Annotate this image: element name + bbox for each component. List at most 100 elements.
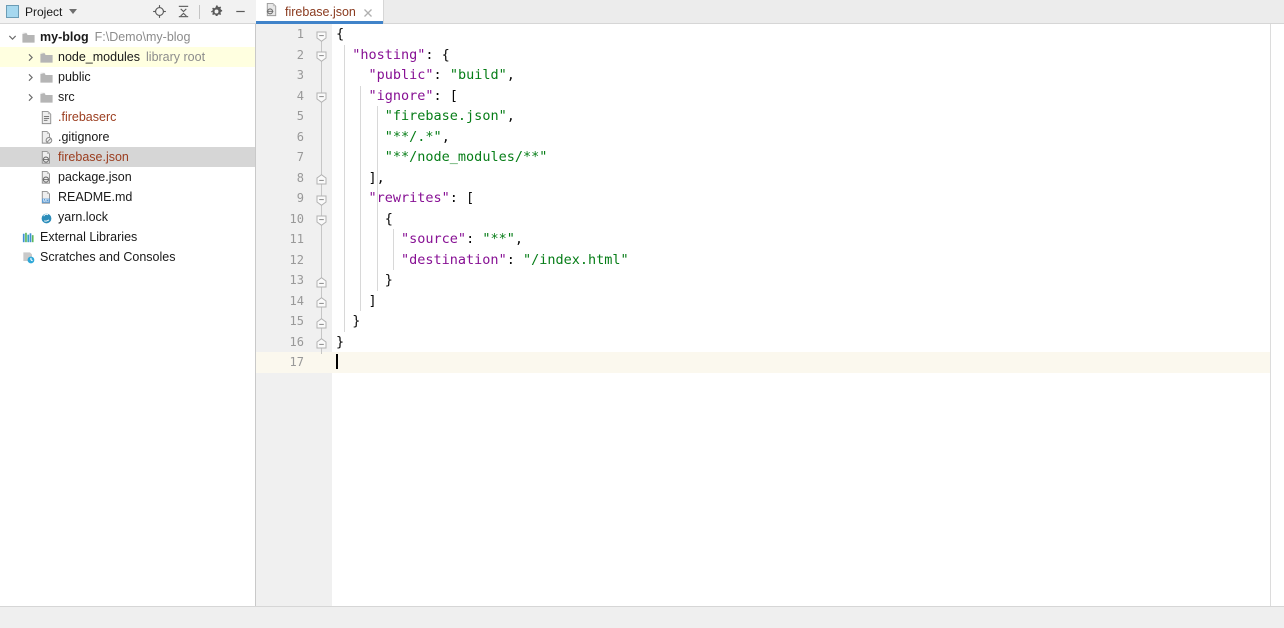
fold-toggle-icon[interactable] xyxy=(316,316,327,327)
json-punctuation: : xyxy=(466,231,482,247)
line-number: 12 xyxy=(290,250,304,271)
code-line[interactable]: { xyxy=(332,24,1284,45)
json-punctuation: } xyxy=(385,272,393,288)
code-folding-gutter[interactable] xyxy=(312,24,332,606)
line-number: 3 xyxy=(297,65,304,86)
json-punctuation: { xyxy=(385,211,393,227)
json-string: "firebase.json" xyxy=(385,108,507,124)
chevron-down-icon[interactable] xyxy=(69,9,77,14)
code-line[interactable]: "rewrites": [ xyxy=(332,188,1284,209)
fold-toggle-icon[interactable] xyxy=(316,295,327,306)
fold-toggle-icon[interactable] xyxy=(316,90,327,101)
json-punctuation: : xyxy=(507,252,523,268)
code-line[interactable]: "hosting": { xyxy=(332,45,1284,66)
json-punctuation: ] xyxy=(369,293,377,309)
code-line[interactable]: "destination": "/index.html" xyxy=(332,250,1284,271)
ide-window: Project xyxy=(0,0,1284,628)
json-punctuation: , xyxy=(507,67,515,83)
main-body: my-blogF:\Demo\my-blog node_modules librar… xyxy=(0,24,1284,606)
fold-row xyxy=(312,127,332,148)
collapse-all-icon[interactable] xyxy=(172,2,194,22)
line-number-row: 1 xyxy=(256,24,312,45)
locate-icon[interactable] xyxy=(148,2,170,22)
status-bar xyxy=(0,606,1284,628)
project-tree[interactable]: my-blogF:\Demo\my-blog node_modules librar… xyxy=(0,24,256,606)
code-line[interactable]: "**/.*", xyxy=(332,127,1284,148)
fold-toggle-icon[interactable] xyxy=(316,172,327,183)
tree-node-yarn-lock[interactable]: yarn.lock xyxy=(0,207,255,227)
tree-node-label: External Libraries xyxy=(40,230,137,244)
code-editor[interactable]: 1234567891011121314151617 { "hosting": {… xyxy=(256,24,1284,606)
fold-toggle-icon[interactable] xyxy=(316,213,327,224)
tree-node-label: node_modules xyxy=(58,50,140,64)
fold-toggle-icon[interactable] xyxy=(316,275,327,286)
tool-window-buttons xyxy=(148,2,256,22)
minimize-icon[interactable] xyxy=(229,2,251,22)
tree-node-node-modules[interactable]: node_modules library root xyxy=(0,47,255,67)
chevron-right-icon[interactable] xyxy=(22,93,38,102)
chevron-down-icon[interactable] xyxy=(4,33,20,42)
tree-node-external-libraries[interactable]: External Libraries xyxy=(0,227,255,247)
gitignore-file-icon xyxy=(38,130,54,145)
json-key: "ignore" xyxy=(369,88,434,104)
line-number: 15 xyxy=(290,311,304,332)
tree-node--firebaserc[interactable]: .firebaserc xyxy=(0,107,255,127)
code-line[interactable]: "public": "build", xyxy=(332,65,1284,86)
line-number: 1 xyxy=(297,24,304,45)
fold-toggle-icon[interactable] xyxy=(316,193,327,204)
tree-node-readme-md[interactable]: MDREADME.md xyxy=(0,187,255,207)
fold-toggle-icon[interactable] xyxy=(316,336,327,347)
indent-guide xyxy=(344,45,345,332)
code-line[interactable]: "source": "**", xyxy=(332,229,1284,250)
fold-row xyxy=(312,65,332,86)
close-icon[interactable] xyxy=(362,6,374,18)
json-punctuation: : xyxy=(434,67,450,83)
tree-node-sublabel: library root xyxy=(146,50,205,64)
fold-toggle-icon[interactable] xyxy=(316,49,327,60)
tree-node-my-blog[interactable]: my-blogF:\Demo\my-blog xyxy=(0,27,255,47)
code-line[interactable]: { xyxy=(332,209,1284,230)
code-line[interactable] xyxy=(332,352,1284,373)
fold-toggle-icon[interactable] xyxy=(316,29,327,40)
editor-tab-strip: firebase.json xyxy=(256,0,1284,24)
code-line[interactable]: } xyxy=(332,311,1284,332)
json-string: "**/node_modules/**" xyxy=(385,149,548,165)
line-number: 7 xyxy=(297,147,304,168)
code-line[interactable]: } xyxy=(332,332,1284,353)
code-line[interactable]: ], xyxy=(332,168,1284,189)
line-number-row: 12 xyxy=(256,250,312,271)
indent-guide xyxy=(393,229,394,270)
line-number: 13 xyxy=(290,270,304,291)
json-file-icon xyxy=(38,150,54,165)
tree-node--gitignore[interactable]: .gitignore xyxy=(0,127,255,147)
code-line[interactable]: ] xyxy=(332,291,1284,312)
line-number: 16 xyxy=(290,332,304,353)
chevron-right-icon[interactable] xyxy=(22,73,38,82)
code-line[interactable]: "firebase.json", xyxy=(332,106,1284,127)
scratches-icon xyxy=(20,250,36,265)
code-line[interactable]: "**/node_modules/**" xyxy=(332,147,1284,168)
indent-guide xyxy=(377,106,378,291)
line-number-row: 16 xyxy=(256,332,312,353)
line-number-row: 6 xyxy=(256,127,312,148)
editor-tab-firebase-json[interactable]: firebase.json xyxy=(256,0,384,23)
gear-icon[interactable] xyxy=(205,2,227,22)
vertical-scrollbar[interactable] xyxy=(1270,24,1284,606)
line-number-row: 5 xyxy=(256,106,312,127)
tree-node-public[interactable]: public xyxy=(0,67,255,87)
chevron-right-icon[interactable] xyxy=(22,53,38,62)
line-number-row: 8 xyxy=(256,168,312,189)
tree-node-firebase-json[interactable]: firebase.json xyxy=(0,147,255,167)
json-punctuation: { xyxy=(336,26,344,42)
code-line[interactable]: "ignore": [ xyxy=(332,86,1284,107)
json-punctuation: , xyxy=(507,108,515,124)
code-line[interactable]: } xyxy=(332,270,1284,291)
line-number: 14 xyxy=(290,291,304,312)
tree-node-src[interactable]: src xyxy=(0,87,255,107)
tree-node-package-json[interactable]: package.json xyxy=(0,167,255,187)
markdown-file-icon: MD xyxy=(38,190,54,205)
tree-node-scratches-and-consoles[interactable]: Scratches and Consoles xyxy=(0,247,255,267)
code-text-area[interactable]: { "hosting": { "public": "build", "ignor… xyxy=(332,24,1284,606)
json-key: "destination" xyxy=(401,252,507,268)
indent-guide xyxy=(360,86,361,312)
